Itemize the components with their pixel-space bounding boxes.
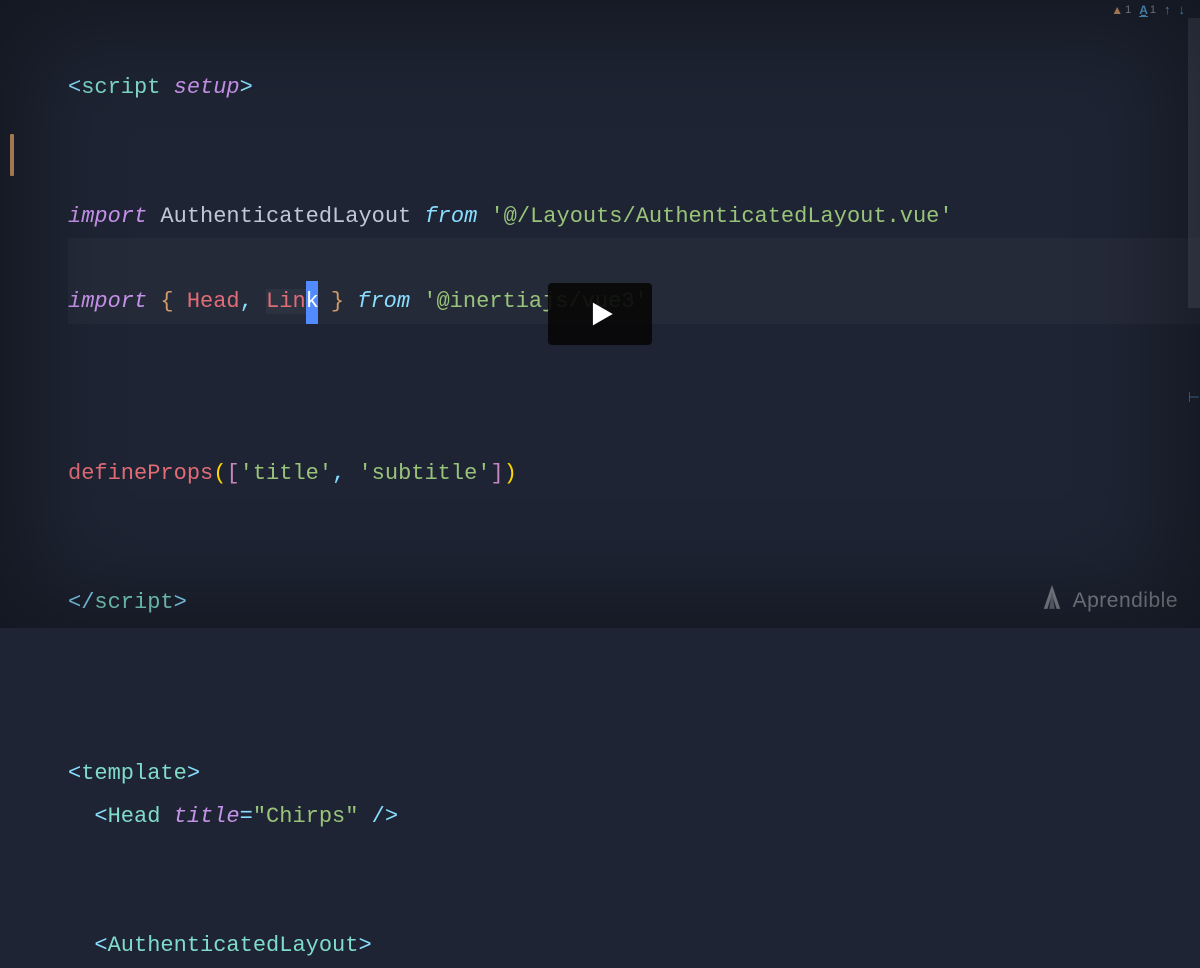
- code-line: [68, 110, 1200, 153]
- code-line: <template>: [68, 710, 1200, 796]
- play-button[interactable]: [548, 283, 652, 345]
- code-line: [68, 839, 1200, 882]
- code-line: [68, 496, 1200, 539]
- code-line: [68, 624, 1200, 667]
- code-line: [68, 367, 1200, 410]
- watermark-text: Aprendible: [1073, 589, 1178, 613]
- code-line: <AuthenticatedLayout>: [68, 925, 1200, 968]
- code-editor[interactable]: <script setup> import AuthenticatedLayou…: [0, 0, 1200, 968]
- code-line: <Head title="Chirps" />: [68, 796, 1200, 839]
- code-line: defineProps(['title', 'subtitle']): [68, 410, 1200, 496]
- code-line: </script>: [68, 539, 1200, 625]
- vertical-scrollbar[interactable]: [1188, 18, 1200, 610]
- aprendible-logo-icon: [1041, 583, 1063, 618]
- code-line: <script setup>: [68, 24, 1200, 110]
- scrollbar-thumb[interactable]: [1188, 18, 1200, 308]
- watermark: Aprendible: [1041, 583, 1178, 618]
- play-icon: [583, 297, 617, 331]
- code-line: [68, 667, 1200, 710]
- minimap-marker: ⊢: [1188, 390, 1200, 407]
- code-line: import AuthenticatedLayout from '@/Layou…: [68, 153, 1200, 239]
- code-line: [68, 882, 1200, 925]
- text-cursor: k: [306, 281, 318, 324]
